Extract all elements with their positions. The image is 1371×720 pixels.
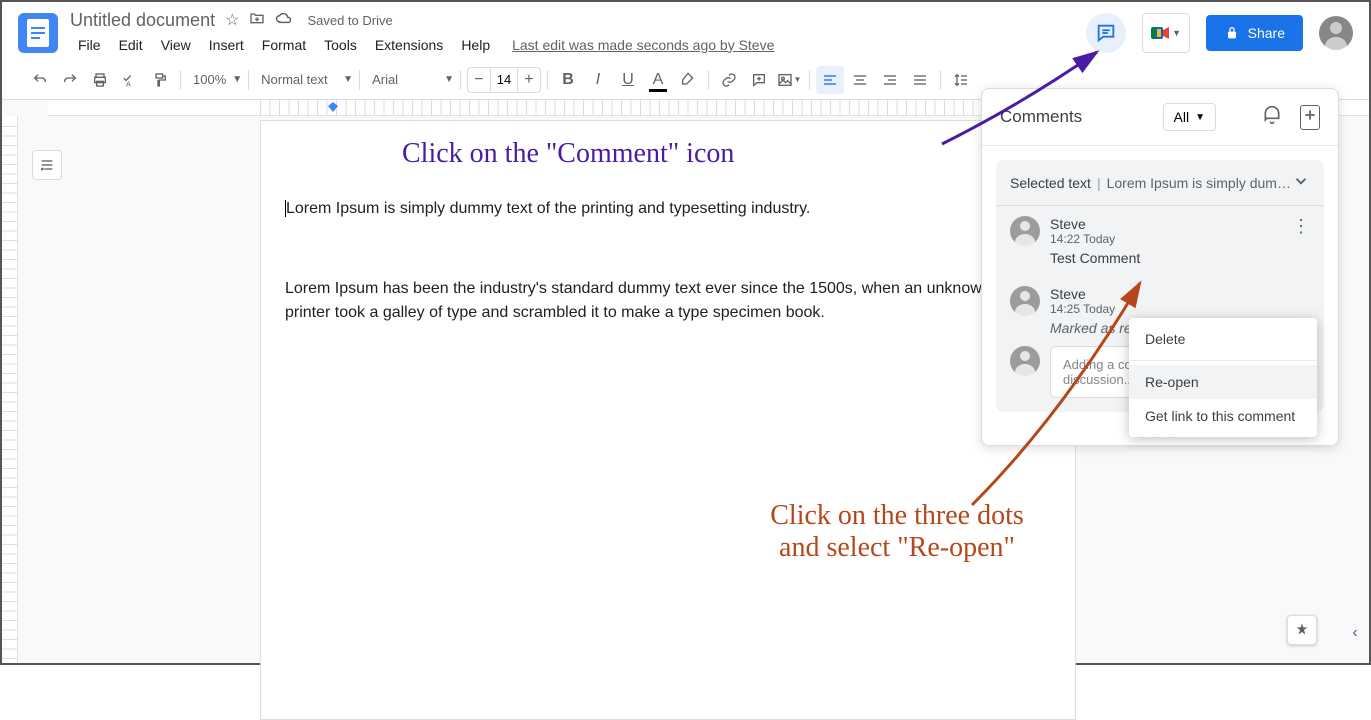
paragraph-style-select[interactable]: Normal text — [255, 68, 355, 91]
redo-icon[interactable] — [56, 66, 84, 94]
paragraph[interactable]: Lorem Ipsum has been the industry's stan… — [285, 277, 1003, 325]
move-icon[interactable] — [249, 10, 265, 31]
menu-tools[interactable]: Tools — [316, 33, 365, 57]
share-label: Share — [1248, 25, 1285, 41]
highlight-icon[interactable] — [674, 66, 702, 94]
star-icon[interactable]: ☆ — [225, 10, 239, 30]
cloud-status: Saved to Drive — [307, 13, 392, 28]
align-justify-icon[interactable] — [906, 66, 934, 94]
image-icon[interactable]: ▼ — [775, 66, 803, 94]
thread-header[interactable]: Selected text|Lorem Ipsum is simply dumm… — [996, 160, 1324, 206]
meet-button[interactable]: ▼ — [1142, 13, 1190, 53]
ctx-delete[interactable]: Delete — [1129, 322, 1317, 356]
title-bar: Untitled document ☆ Saved to Drive File … — [2, 2, 1369, 60]
avatar — [1010, 216, 1040, 246]
comments-filter-select[interactable]: All▼ — [1163, 103, 1216, 131]
context-menu: Delete Re-open Get link to this comment — [1129, 318, 1317, 437]
docs-app-icon[interactable] — [18, 13, 58, 53]
comment-item: Steve 14:22 Today Test Comment ⋮ — [996, 206, 1324, 276]
text-color-icon[interactable]: A — [644, 66, 672, 94]
menu-help[interactable]: Help — [453, 33, 498, 57]
ctx-reopen[interactable]: Re-open — [1129, 365, 1317, 399]
new-comment-icon[interactable] — [1300, 105, 1320, 130]
cloud-saved-icon[interactable] — [275, 11, 293, 30]
menu-insert[interactable]: Insert — [201, 33, 252, 57]
explore-button[interactable] — [1287, 615, 1317, 645]
font-select[interactable]: Arial — [366, 68, 456, 91]
align-left-icon[interactable] — [816, 66, 844, 94]
font-size-decrease[interactable]: − — [468, 68, 490, 92]
font-size-stepper[interactable]: − + — [467, 67, 541, 93]
italic-icon[interactable]: I — [584, 66, 612, 94]
add-comment-icon[interactable] — [745, 66, 773, 94]
document-title[interactable]: Untitled document — [70, 10, 215, 31]
menu-view[interactable]: View — [153, 33, 199, 57]
align-center-icon[interactable] — [846, 66, 874, 94]
last-edit-link[interactable]: Last edit was made seconds ago by Steve — [512, 37, 774, 53]
zoom-select[interactable]: 100% — [187, 68, 244, 91]
outline-toggle-icon[interactable] — [32, 150, 62, 180]
annotation-arrow-icon — [962, 275, 1152, 515]
annotation-text: Click on the "Comment" icon — [402, 138, 734, 170]
chevron-down-icon[interactable] — [1292, 172, 1310, 193]
menu-format[interactable]: Format — [254, 33, 314, 57]
canvas: Lorem Ipsum is simply dummy text of the … — [2, 100, 1369, 663]
comment-text: Test Comment — [1050, 250, 1282, 266]
menu-extensions[interactable]: Extensions — [367, 33, 451, 57]
bold-icon[interactable]: B — [554, 66, 582, 94]
ctx-getlink[interactable]: Get link to this comment — [1129, 399, 1317, 433]
indent-marker-icon[interactable] — [328, 102, 338, 112]
account-avatar[interactable] — [1319, 16, 1353, 50]
comment-author: Steve — [1050, 216, 1282, 232]
undo-icon[interactable] — [26, 66, 54, 94]
annotation-arrow-icon — [932, 44, 1112, 154]
side-panel-toggle-icon[interactable]: ‹ — [1343, 621, 1367, 645]
share-button[interactable]: Share — [1206, 15, 1303, 51]
font-size-input[interactable] — [490, 68, 518, 92]
font-size-increase[interactable]: + — [518, 68, 540, 92]
menu-edit[interactable]: Edit — [111, 33, 151, 57]
paint-format-icon[interactable] — [146, 66, 174, 94]
link-icon[interactable] — [715, 66, 743, 94]
spellcheck-icon[interactable]: A — [116, 66, 144, 94]
menu-file[interactable]: File — [70, 33, 109, 57]
notification-icon[interactable] — [1262, 105, 1282, 130]
comment-time: 14:22 Today — [1050, 232, 1282, 246]
svg-text:A: A — [126, 79, 131, 87]
paragraph[interactable]: Lorem Ipsum is simply dummy text of the … — [285, 197, 1003, 221]
ruler-vertical[interactable] — [2, 116, 18, 663]
more-options-icon[interactable]: ⋮ — [1292, 216, 1310, 266]
print-icon[interactable] — [86, 66, 114, 94]
document-page[interactable]: Lorem Ipsum is simply dummy text of the … — [260, 120, 1076, 720]
align-right-icon[interactable] — [876, 66, 904, 94]
underline-icon[interactable]: U — [614, 66, 642, 94]
